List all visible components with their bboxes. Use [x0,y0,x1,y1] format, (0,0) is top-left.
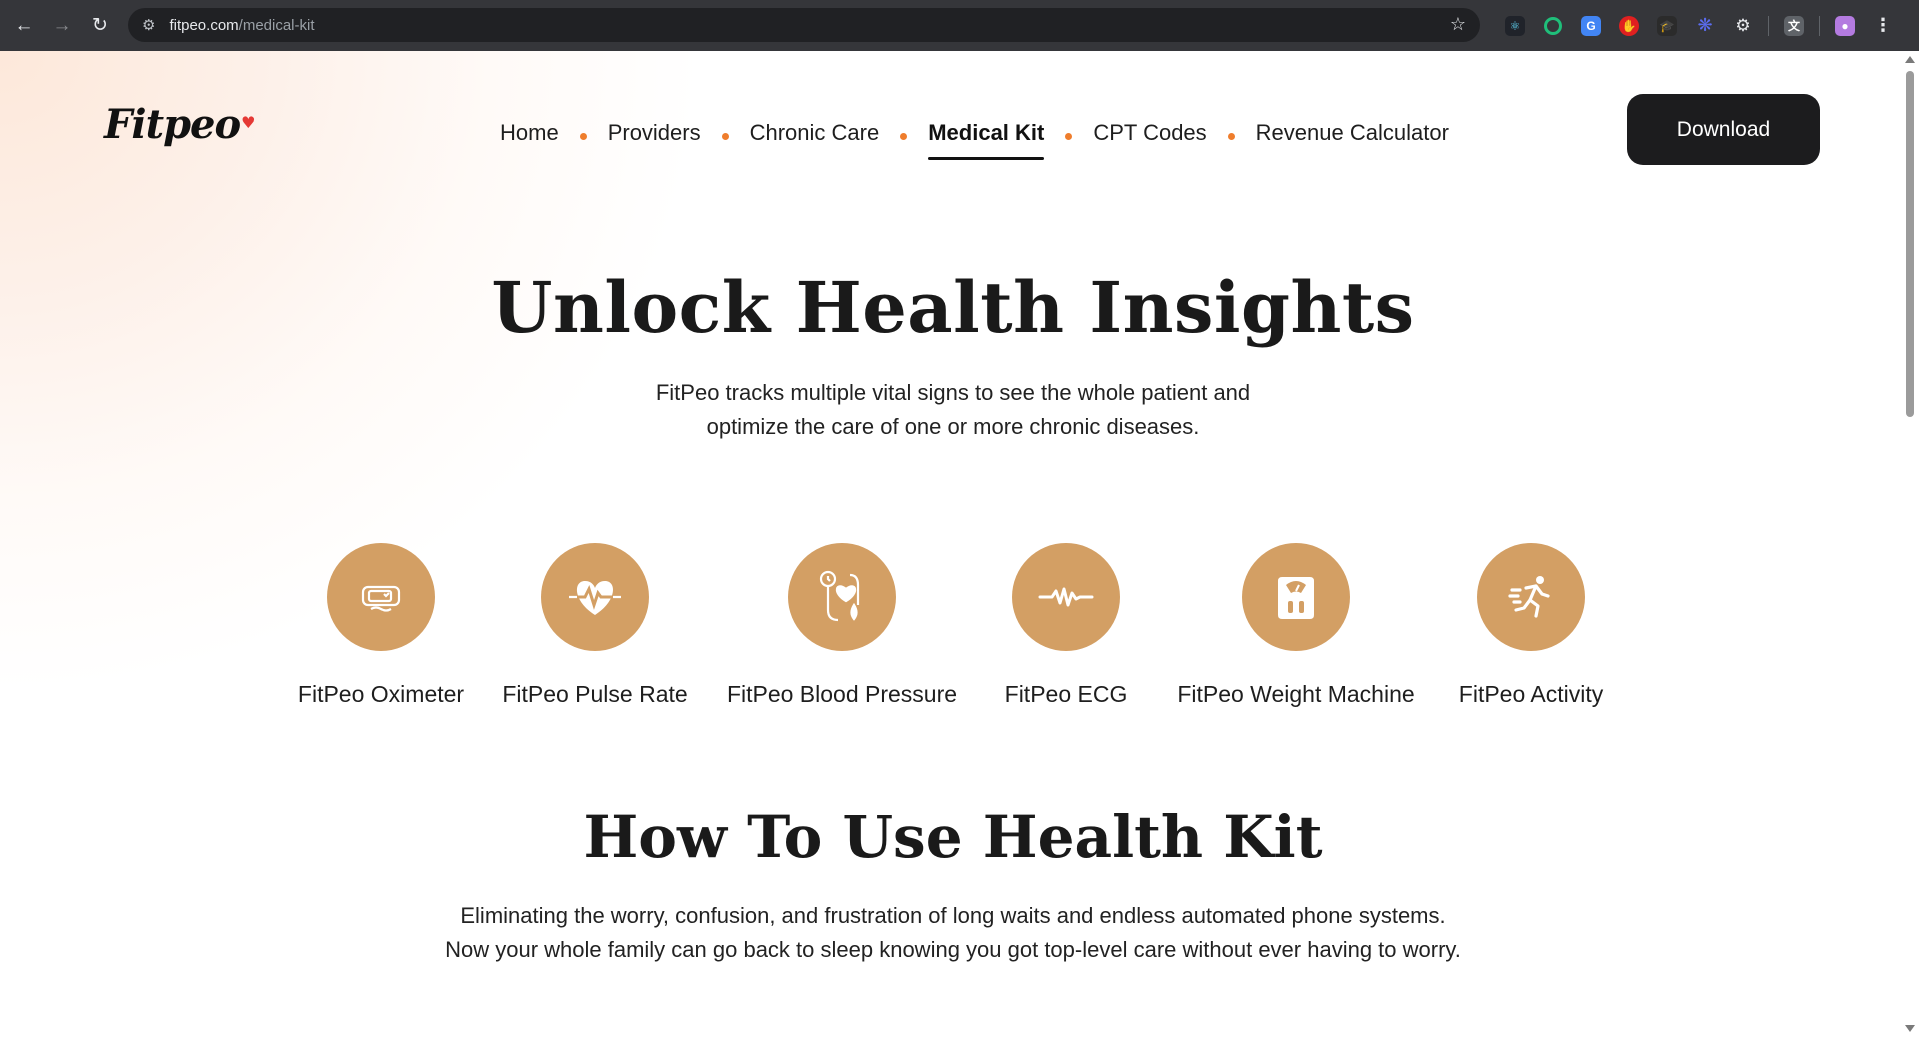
scroll-down-icon[interactable] [1905,1025,1915,1032]
address-bar[interactable]: ⚙ fitpeo.com/medical-kit ☆ [128,8,1480,42]
graduation-cap-extension-icon[interactable]: 🎓 [1648,0,1686,51]
weight-scale-icon [1242,543,1350,651]
bookmark-star-icon[interactable]: ☆ [1450,14,1466,35]
react-devtools-icon[interactable]: ⚛ [1496,0,1534,51]
logo-text: Fitpeo [104,101,241,148]
how-to-title: How To Use Health Kit [583,803,1323,871]
nav-medical-kit[interactable]: Medical Kit [928,120,1045,160]
url-domain: fitpeo.com [169,16,239,34]
oximeter-icon [327,543,435,651]
toolbar-divider [1768,15,1769,36]
main-navigation: Home Providers Chronic Care Medical Kit … [500,111,1449,161]
blue-gear-extension-icon[interactable]: ❋ [1686,0,1724,51]
nav-separator-dot [1227,132,1235,140]
page-scrollbar[interactable] [1900,51,1919,1037]
toolbar-divider [1819,15,1820,36]
medical-kit-list: FitPeo Oximeter FitPeo Pulse Rate FitPeo… [0,543,1900,723]
green-ring-extension-icon[interactable] [1534,0,1572,51]
hero-subtitle-line: optimize the care of one or more chronic… [706,414,1200,439]
how-to-line: Now your whole family can go back to sle… [445,937,1461,962]
adblock-icon[interactable]: ✋ [1610,0,1648,51]
fitpeo-logo[interactable]: Fitpeo♥ [104,101,256,148]
running-icon [1477,543,1585,651]
translate-page-icon[interactable]: 文 [1775,0,1813,51]
extensions-bar: ⚛ G ✋ 🎓 ❋ ⚙ 文 ● ⋮ [1496,0,1902,51]
google-translate-icon[interactable]: G [1572,0,1610,51]
kit-item-label: FitPeo Activity [1458,681,1604,707]
kit-item-ecg[interactable]: FitPeo ECG [936,543,1196,708]
scroll-up-icon[interactable] [1905,56,1915,63]
site-settings-icon[interactable]: ⚙ [142,16,155,34]
nav-revenue-calculator[interactable]: Revenue Calculator [1256,120,1449,152]
kit-item-activity[interactable]: FitPeo Activity [1401,543,1661,708]
reload-icon[interactable]: ↻ [80,0,120,51]
heart-icon: ♥ [241,113,255,132]
nav-cpt-codes[interactable]: CPT Codes [1093,120,1206,152]
back-arrow-icon[interactable]: ← [4,0,44,51]
forward-arrow-icon[interactable]: → [42,0,82,51]
kit-item-label: FitPeo Pulse Rate [502,681,688,707]
nav-separator-dot [579,132,587,140]
nav-chronic-care[interactable]: Chronic Care [750,120,880,152]
kit-item-label: FitPeo Blood Pressure [726,681,958,707]
scrollbar-thumb[interactable] [1906,71,1914,417]
how-to-line: Eliminating the worry, confusion, and fr… [460,903,1446,928]
nav-home[interactable]: Home [500,120,559,152]
url-text[interactable]: fitpeo.com/medical-kit [169,17,314,34]
heart-pulse-icon [541,543,649,651]
browser-toolbar: ← → ↻ ⚙ fitpeo.com/medical-kit ☆ ⚛ G ✋ 🎓… [0,0,1919,51]
nav-providers[interactable]: Providers [608,120,701,152]
how-to-description: Eliminating the worry, confusion, and fr… [0,899,1900,967]
page-content: Fitpeo♥ Home Providers Chronic Care Medi… [0,51,1900,1037]
kit-item-label: FitPeo ECG [1004,681,1128,707]
kit-item-pulse-rate[interactable]: FitPeo Pulse Rate [465,543,725,708]
hero-subtitle: FitPeo tracks multiple vital signs to se… [0,376,1900,444]
download-button[interactable]: Download [1627,94,1820,165]
kit-item-blood-pressure[interactable]: FitPeo Blood Pressure [712,543,972,708]
kit-item-weight-machine[interactable]: FitPeo Weight Machine [1166,543,1426,708]
nav-separator-dot [1065,132,1073,140]
hero-subtitle-line: FitPeo tracks multiple vital signs to se… [655,380,1251,405]
blood-pressure-icon [788,543,896,651]
nav-separator-dot [900,132,908,140]
kit-item-label: FitPeo Weight Machine [1177,681,1415,707]
profile-avatar[interactable]: ● [1826,0,1864,51]
url-path: /medical-kit [238,16,315,34]
ecg-wave-icon [1012,543,1120,651]
nav-separator-dot [721,132,729,140]
extensions-puzzle-icon[interactable]: ⚙ [1724,0,1762,51]
hero-title: Unlock Health Insights [491,266,1415,349]
chrome-menu-icon[interactable]: ⋮ [1864,0,1902,51]
